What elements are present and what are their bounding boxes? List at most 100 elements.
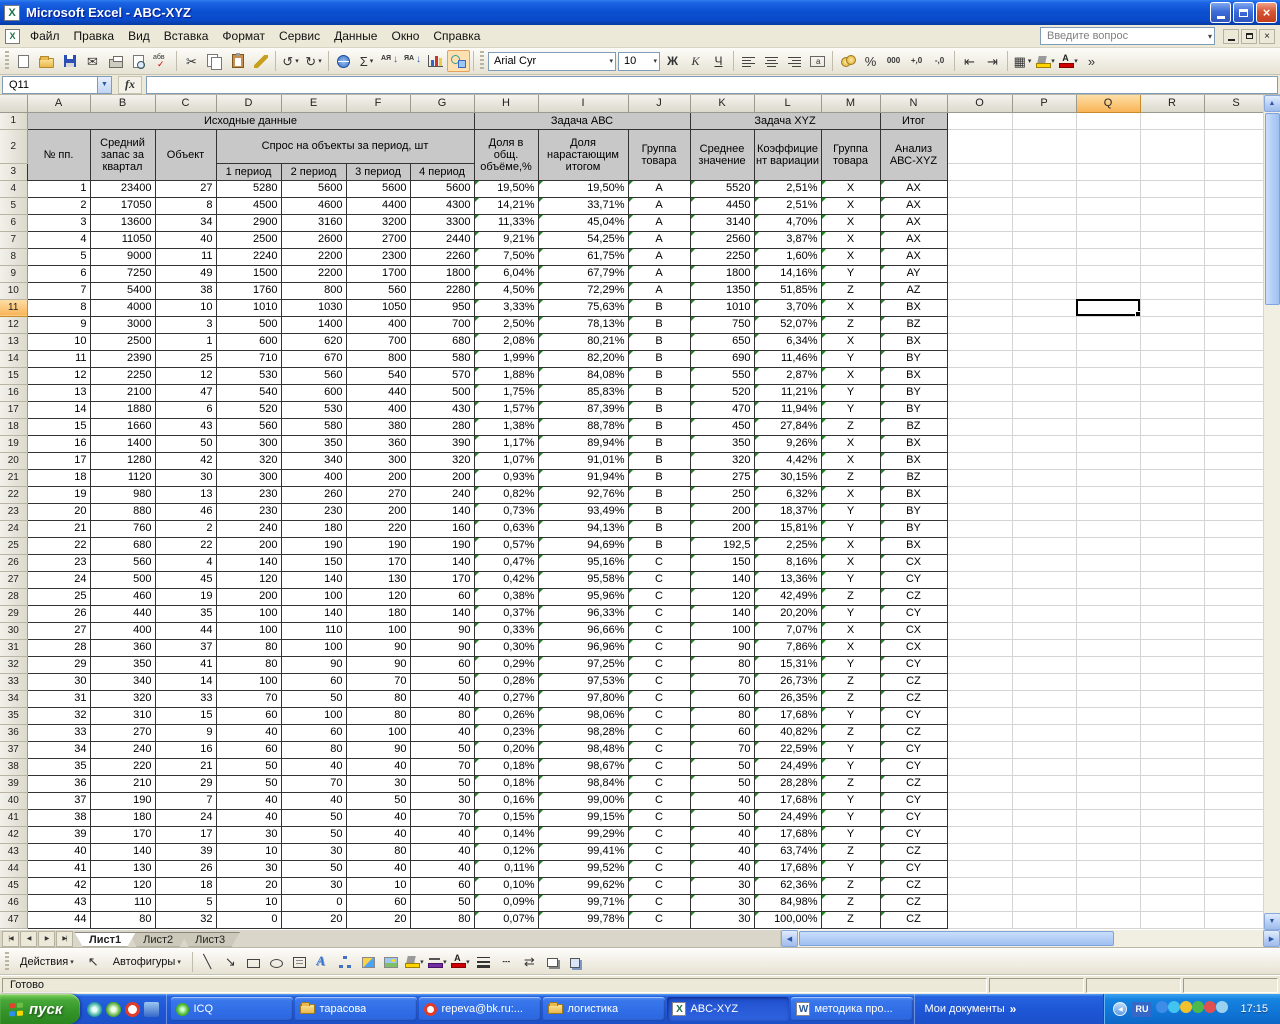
- cell[interactable]: 400: [90, 622, 155, 639]
- cell[interactable]: 39: [155, 843, 216, 860]
- cell[interactable]: 0,29%: [474, 656, 538, 673]
- cell[interactable]: [1012, 724, 1076, 741]
- cell[interactable]: 94,13%: [538, 520, 628, 537]
- cell[interactable]: 7,50%: [474, 248, 538, 265]
- cell[interactable]: [1140, 384, 1204, 401]
- cell[interactable]: 50: [281, 690, 346, 707]
- cell[interactable]: 0,11%: [474, 860, 538, 877]
- cell[interactable]: [1012, 673, 1076, 690]
- header-cell[interactable]: 3 период: [346, 163, 410, 180]
- line-icon[interactable]: ╲: [196, 951, 219, 973]
- cell[interactable]: [1140, 843, 1204, 860]
- cell[interactable]: 67,79%: [538, 265, 628, 282]
- column-header-q[interactable]: Q: [1076, 95, 1140, 112]
- cell[interactable]: 2,51%: [754, 197, 821, 214]
- cell[interactable]: [1012, 707, 1076, 724]
- cell[interactable]: 95,58%: [538, 571, 628, 588]
- cell[interactable]: X: [821, 486, 880, 503]
- cell[interactable]: 16: [155, 741, 216, 758]
- cell[interactable]: [1204, 282, 1268, 299]
- open-button[interactable]: [35, 50, 58, 72]
- cell[interactable]: 14,21%: [474, 197, 538, 214]
- cell[interactable]: [1204, 503, 1268, 520]
- cell[interactable]: 0,27%: [474, 690, 538, 707]
- cell[interactable]: 40: [410, 690, 474, 707]
- cell[interactable]: [1012, 163, 1076, 180]
- cell[interactable]: 17,68%: [754, 826, 821, 843]
- cell[interactable]: Y: [821, 605, 880, 622]
- cell[interactable]: 24,49%: [754, 809, 821, 826]
- cell[interactable]: [1140, 622, 1204, 639]
- cell[interactable]: [1140, 758, 1204, 775]
- cell[interactable]: 440: [346, 384, 410, 401]
- cell[interactable]: 97,53%: [538, 673, 628, 690]
- cell[interactable]: 50: [281, 860, 346, 877]
- cell[interactable]: 580: [281, 418, 346, 435]
- cell[interactable]: 10: [216, 894, 281, 911]
- cell[interactable]: 270: [346, 486, 410, 503]
- cell[interactable]: 620: [281, 333, 346, 350]
- cell[interactable]: B: [628, 401, 690, 418]
- cell[interactable]: [1140, 911, 1204, 928]
- cell[interactable]: 140: [410, 605, 474, 622]
- header-cell[interactable]: Задача XYZ: [690, 112, 880, 129]
- cell[interactable]: AX: [880, 214, 947, 231]
- cell[interactable]: 96,33%: [538, 605, 628, 622]
- cell[interactable]: 0,07%: [474, 911, 538, 928]
- cell[interactable]: [1012, 503, 1076, 520]
- cell[interactable]: 2600: [281, 231, 346, 248]
- row-header-5[interactable]: 5: [0, 197, 27, 214]
- cell[interactable]: 30: [155, 469, 216, 486]
- cell[interactable]: [1204, 520, 1268, 537]
- cell[interactable]: 0,09%: [474, 894, 538, 911]
- cell[interactable]: 140: [410, 503, 474, 520]
- cell[interactable]: [1076, 843, 1140, 860]
- row-header-19[interactable]: 19: [0, 435, 27, 452]
- cell[interactable]: [1076, 673, 1140, 690]
- header-cell[interactable]: 4 период: [410, 163, 474, 180]
- quick-launch-icon-1[interactable]: [87, 1002, 102, 1017]
- cell[interactable]: 580: [410, 350, 474, 367]
- menu-item[interactable]: Вставка: [157, 26, 216, 46]
- column-header-k[interactable]: K: [690, 95, 754, 112]
- cell[interactable]: 560: [281, 367, 346, 384]
- cell[interactable]: 70: [216, 690, 281, 707]
- cell[interactable]: [1140, 350, 1204, 367]
- cell[interactable]: [1204, 333, 1268, 350]
- cell[interactable]: CY: [880, 656, 947, 673]
- cell[interactable]: 5600: [346, 180, 410, 197]
- cell[interactable]: [1076, 350, 1140, 367]
- documents-toolbar[interactable]: Мои документы »: [914, 994, 1025, 1024]
- cell[interactable]: 310: [90, 707, 155, 724]
- cell[interactable]: 24,49%: [754, 758, 821, 775]
- cell[interactable]: 800: [346, 350, 410, 367]
- cell[interactable]: [1204, 163, 1268, 180]
- cell[interactable]: 200: [216, 588, 281, 605]
- cell[interactable]: 14: [27, 401, 90, 418]
- cell[interactable]: [1140, 860, 1204, 877]
- cell[interactable]: 90: [346, 741, 410, 758]
- cell[interactable]: 470: [690, 401, 754, 418]
- column-header-o[interactable]: O: [947, 95, 1012, 112]
- cell[interactable]: [1140, 707, 1204, 724]
- draw-menu-button[interactable]: Действия ▾: [13, 954, 81, 970]
- cell[interactable]: [1076, 724, 1140, 741]
- select-all-corner[interactable]: [0, 95, 27, 112]
- cell[interactable]: Y: [821, 350, 880, 367]
- cell[interactable]: [1012, 265, 1076, 282]
- dash-style-icon[interactable]: ┄: [495, 951, 518, 973]
- cell[interactable]: 9,21%: [474, 231, 538, 248]
- cell[interactable]: 190: [410, 537, 474, 554]
- cell[interactable]: 230: [281, 503, 346, 520]
- cell[interactable]: 20: [216, 877, 281, 894]
- cell[interactable]: 0,63%: [474, 520, 538, 537]
- chevron-down-icon[interactable]: ▾: [1074, 57, 1078, 65]
- cell[interactable]: 2200: [281, 248, 346, 265]
- cell[interactable]: 0,73%: [474, 503, 538, 520]
- cell[interactable]: 50: [281, 826, 346, 843]
- new-document-button[interactable]: [12, 50, 35, 72]
- cell[interactable]: 1050: [346, 299, 410, 316]
- row-header-8[interactable]: 8: [0, 248, 27, 265]
- align-right-button[interactable]: [783, 50, 806, 72]
- cell[interactable]: [947, 180, 1012, 197]
